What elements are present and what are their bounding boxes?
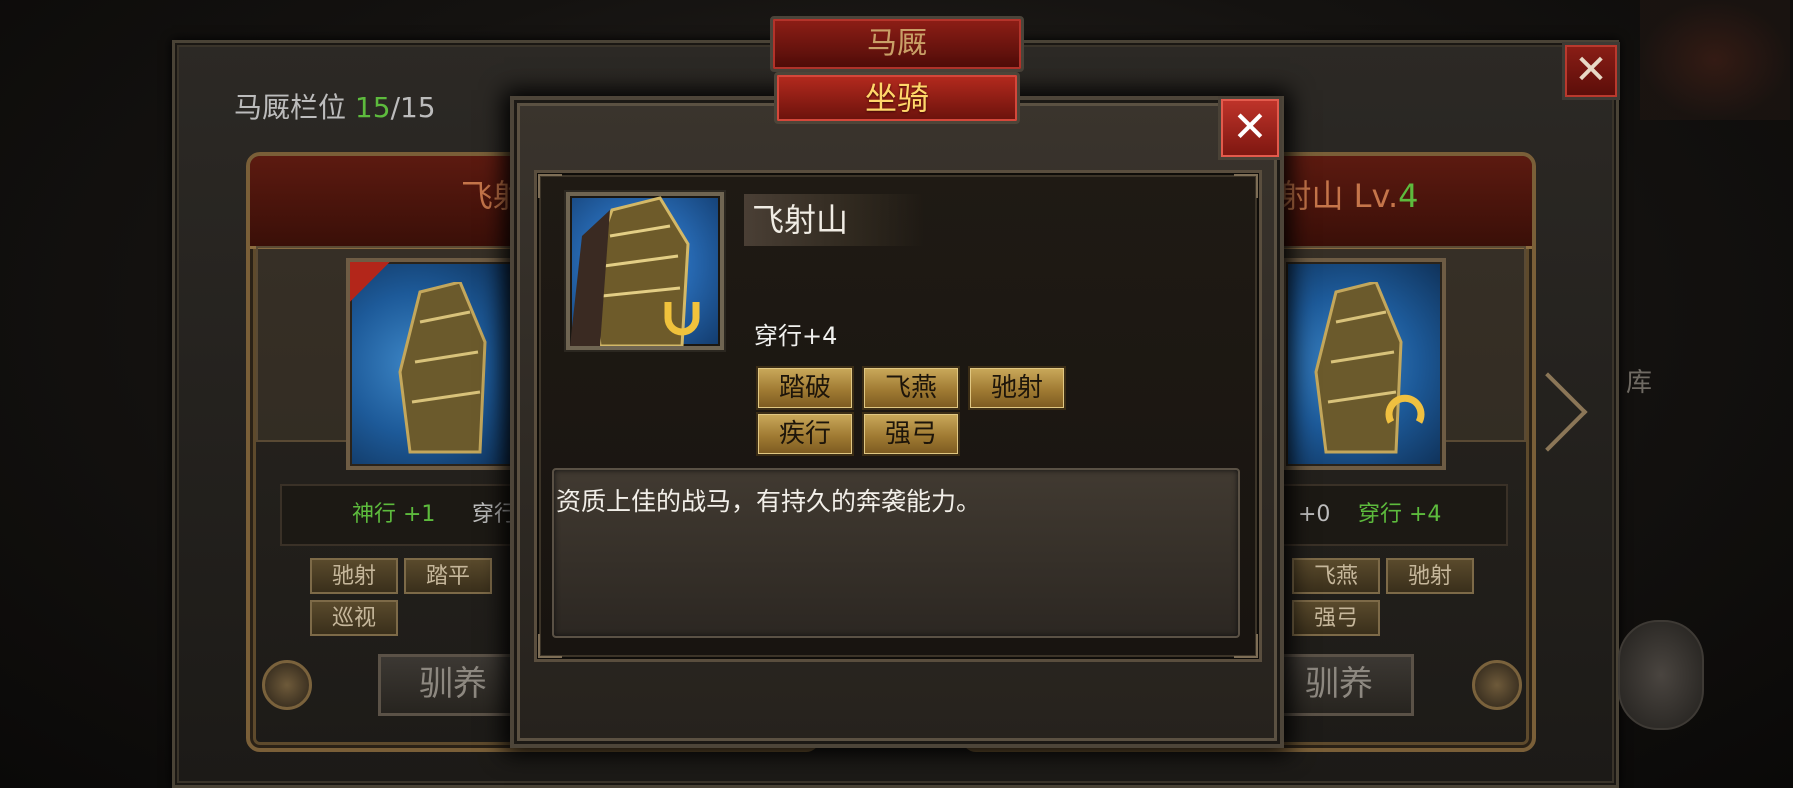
horseshoe-icon [664, 302, 700, 336]
right-stat-b: 穿行 +4 [1358, 502, 1442, 527]
horse-card-left-portrait[interactable] [346, 258, 516, 470]
side-warehouse-label[interactable]: 库 [1626, 362, 1652, 399]
mount-skill-button[interactable]: 疾行 [756, 412, 854, 456]
mount-description: 资质上佳的战马，有持久的奔袭能力。 [556, 487, 982, 516]
left-stat-a: 神行 +1 [352, 502, 436, 527]
top-right-decoration [1640, 0, 1790, 120]
left-card-knob-icon [262, 660, 312, 710]
horse-head-icon [398, 282, 487, 454]
stable-title: 马厩 [867, 26, 927, 61]
left-skill-chip: 驰射 [310, 558, 398, 594]
right-card-knob-icon [1472, 660, 1522, 710]
mount-skill-button[interactable]: 踏破 [756, 366, 854, 410]
slot-used: 15 [354, 91, 391, 124]
mount-name: 飞射山 [752, 201, 849, 239]
right-train-button[interactable]: 驯养 [1264, 654, 1414, 716]
right-skill-chip: 飞燕 [1292, 558, 1380, 594]
corner-ornament-icon [538, 174, 562, 198]
owner-badge-icon [350, 262, 390, 302]
popup-close-button[interactable]: ✕ [1218, 96, 1282, 160]
mount-skill-button[interactable]: 强弓 [862, 412, 960, 456]
popup-title: 坐骑 [864, 79, 929, 117]
horse-card-right-portrait[interactable] [1282, 258, 1446, 470]
right-stat-a: +0 [1298, 502, 1331, 527]
left-skill-chip: 踏平 [404, 558, 492, 594]
right-skill-chip: 驰射 [1386, 558, 1474, 594]
left-skill-chip: 巡视 [310, 600, 398, 636]
player-avatar[interactable] [1618, 620, 1704, 730]
corner-ornament-icon [1234, 174, 1258, 198]
mount-skill-button[interactable]: 驰射 [968, 366, 1066, 410]
slot-total: /15 [390, 91, 436, 124]
stable-slot-counter: 马厩栏位 15/15 [234, 88, 436, 128]
mount-portrait [566, 192, 724, 350]
mount-skill-button[interactable]: 飞燕 [862, 366, 960, 410]
slot-label: 马厩栏位 [234, 91, 347, 124]
horse-head-icon [1314, 282, 1425, 454]
horse-card-right-level: 4 [1398, 177, 1419, 215]
right-skill-chip: 强弓 [1292, 600, 1380, 636]
left-train-button[interactable]: 驯养 [378, 654, 528, 716]
mount-attribute: 穿行+4 [754, 322, 838, 350]
stable-close-button[interactable]: ✕ [1562, 42, 1620, 100]
